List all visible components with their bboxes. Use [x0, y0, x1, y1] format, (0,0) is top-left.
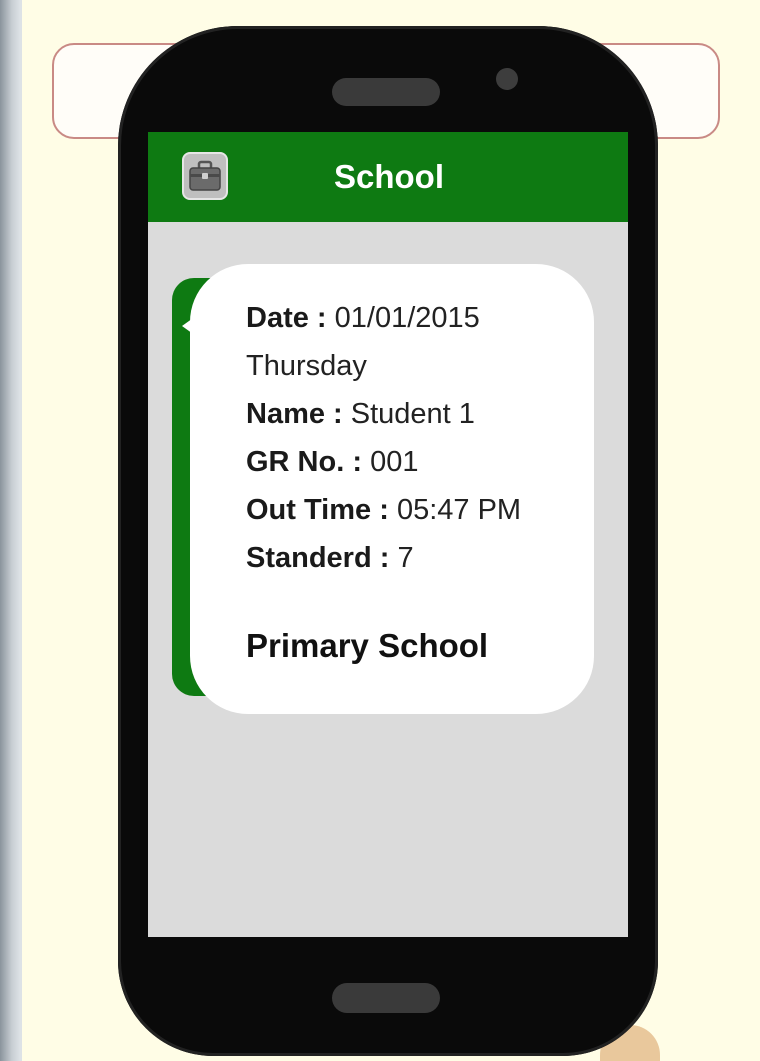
card-pointer: [182, 316, 196, 336]
notification-card[interactable]: Date : 01/01/2015 Thursday Name : Studen…: [190, 264, 594, 714]
school-name: Primary School: [246, 627, 489, 664]
standard-line: Standerd : 7: [246, 534, 521, 582]
phone-screen: School Date : 01/01/2015 Thursday Name :…: [148, 132, 628, 937]
front-camera: [496, 68, 518, 90]
phone-frame: School Date : 01/01/2015 Thursday Name :…: [118, 26, 658, 1056]
app-bar: School: [148, 132, 628, 222]
name-value: Student 1: [350, 398, 475, 430]
date-label: Date :: [246, 302, 327, 334]
day-line: Thursday: [246, 342, 521, 390]
date-line: Date : 01/01/2015: [246, 294, 521, 342]
day-value: Thursday: [246, 350, 367, 382]
out-time-value: 05:47 PM: [396, 494, 522, 526]
date-value: 01/01/2015: [334, 302, 480, 334]
home-button[interactable]: [332, 983, 440, 1013]
out-time-label: Out Time :: [246, 494, 389, 526]
school-bag-icon[interactable]: [182, 152, 228, 200]
out-time-line: Out Time : 05:47 PM: [246, 486, 521, 534]
gr-number-value: 001: [370, 446, 419, 478]
earpiece-speaker: [332, 78, 440, 106]
standard-label: Standerd :: [246, 542, 390, 574]
standard-value: 7: [397, 542, 414, 574]
name-label: Name :: [246, 398, 343, 430]
gr-number-line: GR No. : 001: [246, 438, 521, 486]
name-line: Name : Student 1: [246, 390, 521, 438]
app-title: School: [334, 158, 445, 195]
notification-details: Date : 01/01/2015 Thursday Name : Studen…: [246, 294, 521, 582]
gr-number-label: GR No. :: [246, 446, 362, 478]
